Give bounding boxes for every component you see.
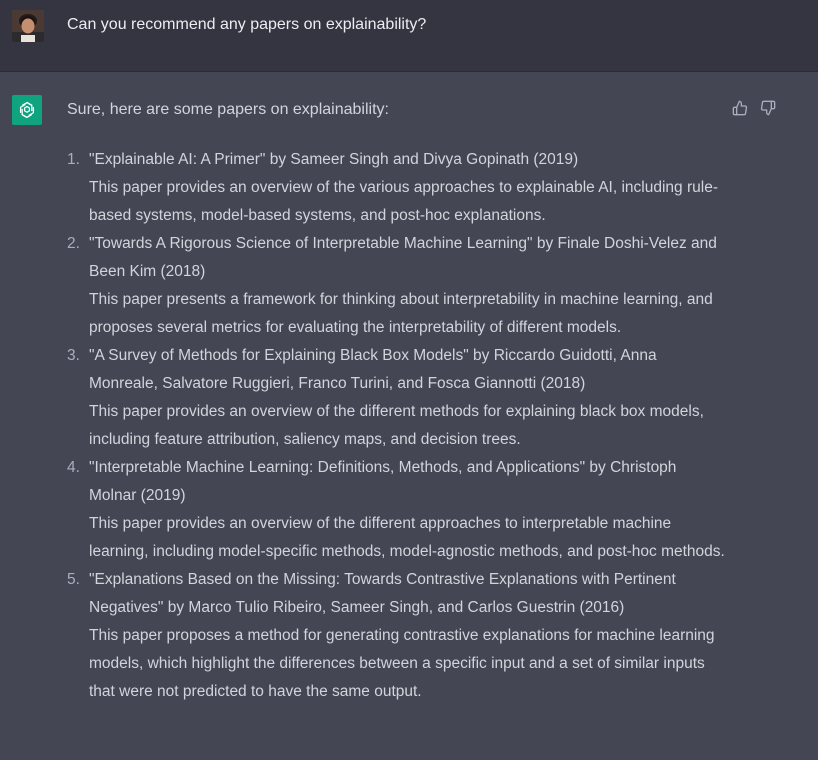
list-item: 5. "Explanations Based on the Missing: T…	[67, 566, 727, 706]
list-item: 4. "Interpretable Machine Learning: Defi…	[67, 454, 727, 566]
list-item: 3. "A Survey of Methods for Explaining B…	[67, 342, 727, 454]
paper-description: This paper proposes a method for generat…	[89, 627, 715, 700]
list-item: 2. "Towards A Rigorous Science of Interp…	[67, 230, 727, 342]
paper-description: This paper presents a framework for thin…	[89, 291, 713, 336]
paper-title: "Towards A Rigorous Science of Interpret…	[89, 235, 717, 280]
paper-description: This paper provides an overview of the v…	[89, 179, 718, 224]
assistant-intro-text: Sure, here are some papers on explainabi…	[67, 101, 389, 118]
user-avatar	[12, 10, 44, 42]
user-message-text: Can you recommend any papers on explaina…	[67, 16, 427, 33]
openai-logo-icon	[12, 95, 42, 125]
list-item-number: 5.	[67, 571, 80, 588]
list-item-number: 1.	[67, 151, 80, 168]
paper-title: "A Survey of Methods for Explaining Blac…	[89, 347, 657, 392]
thumbs-up-icon[interactable]	[730, 98, 750, 118]
list-item-number: 4.	[67, 459, 80, 476]
paper-list: 1. "Explainable AI: A Primer" by Sameer …	[67, 146, 727, 706]
thumbs-down-icon[interactable]	[758, 98, 778, 118]
list-item: 1. "Explainable AI: A Primer" by Sameer …	[67, 146, 727, 230]
user-message-row: Can you recommend any papers on explaina…	[0, 0, 818, 72]
list-item-number: 2.	[67, 235, 80, 252]
list-item-number: 3.	[67, 347, 80, 364]
paper-description: This paper provides an overview of the d…	[89, 403, 704, 448]
paper-description: This paper provides an overview of the d…	[89, 515, 725, 560]
paper-title: "Explainable AI: A Primer" by Sameer Sin…	[89, 151, 579, 168]
paper-title: "Interpretable Machine Learning: Definit…	[89, 459, 677, 504]
paper-title: "Explanations Based on the Missing: Towa…	[89, 571, 676, 616]
assistant-message-row: Sure, here are some papers on explainabi…	[0, 72, 818, 760]
